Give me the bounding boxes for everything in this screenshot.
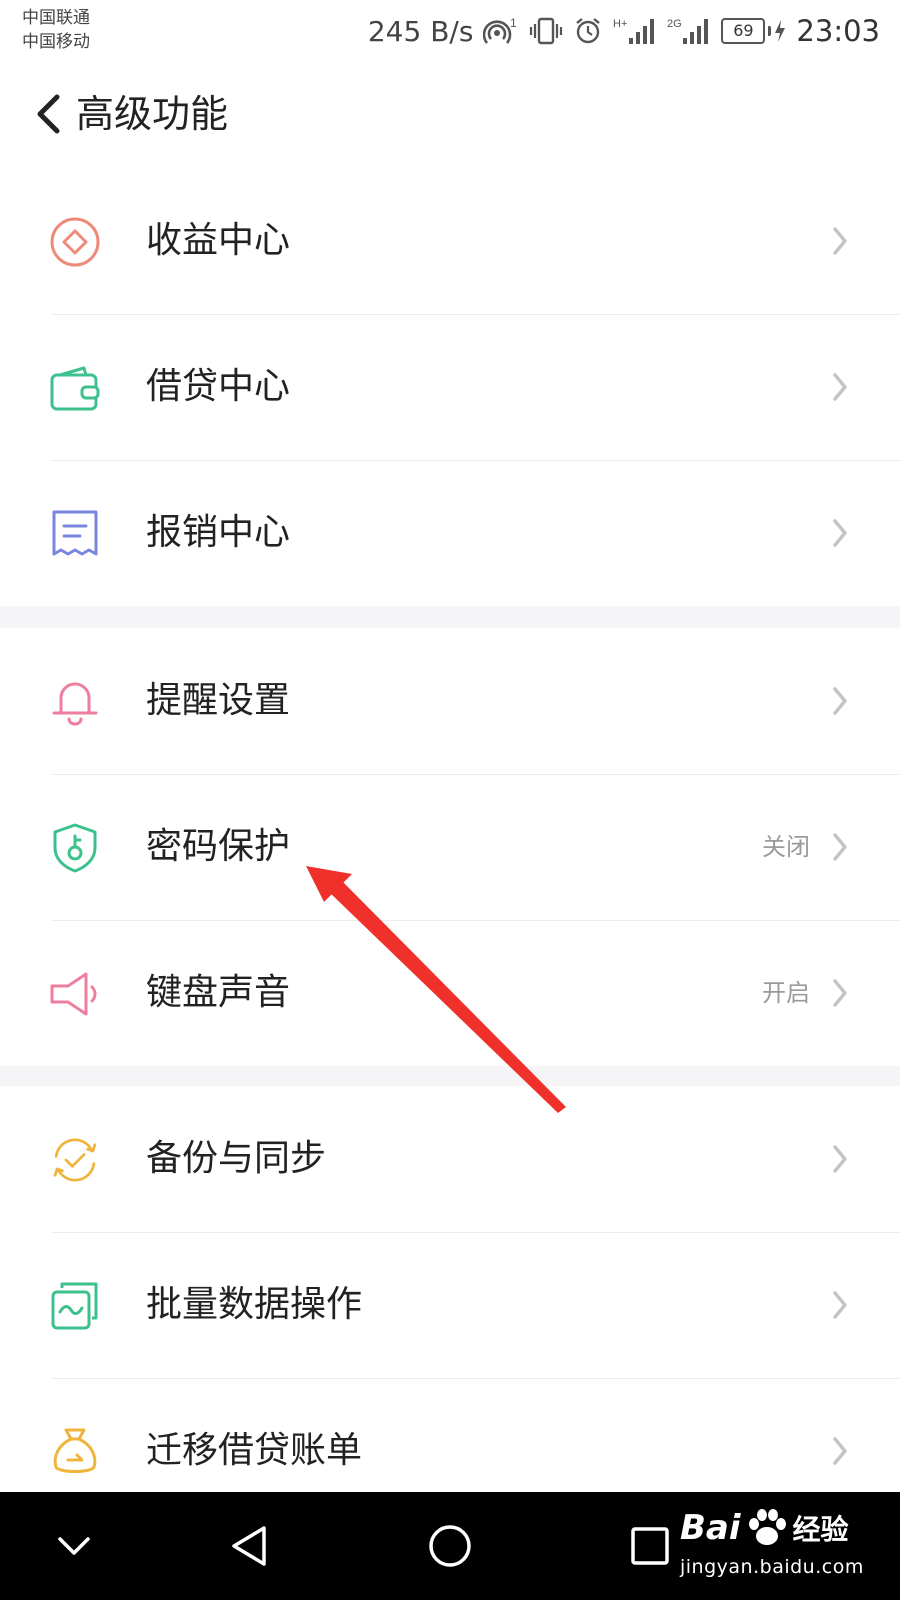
list-item-password-protection[interactable]: 密码保护 关闭: [0, 774, 900, 920]
nav-recent-button[interactable]: [620, 1516, 680, 1576]
chevron-right-icon: [824, 685, 856, 717]
hotspot-badge: 1: [510, 16, 517, 30]
list-item-reminder-settings[interactable]: 提醒设置: [0, 628, 900, 774]
battery-indicator: 69: [721, 18, 786, 44]
signal-icon-2: 2G: [667, 16, 711, 46]
network-type-1: H+: [613, 18, 627, 30]
vibrate-icon: [529, 16, 563, 46]
settings-list: 收益中心 借贷中心 报销中心 提醒设置 密码保护 关闭 键盘声音 开启 备份与同…: [0, 168, 900, 1524]
charging-icon: [775, 20, 786, 42]
sync-check-icon: [48, 1133, 102, 1187]
chevron-right-icon: [824, 977, 856, 1009]
list-item-reimbursement-center[interactable]: 报销中心: [0, 460, 900, 606]
back-arrow-icon: [37, 94, 60, 134]
watermark-brand: Bai: [680, 1508, 741, 1548]
batch-data-icon: [48, 1279, 102, 1333]
clock: 23:03: [796, 14, 880, 48]
alarm-icon: [573, 16, 603, 46]
group-settings: 提醒设置 密码保护 关闭 键盘声音 开启: [0, 628, 900, 1066]
chevron-right-icon: [824, 517, 856, 549]
chevron-right-icon: [824, 371, 856, 403]
chevron-right-icon: [824, 225, 856, 257]
chevron-down-icon: [58, 1537, 90, 1555]
nav-back-button[interactable]: [220, 1516, 280, 1576]
paw-icon: [748, 1509, 786, 1545]
baidu-jingyan-watermark: Bai 经验 jingyan.baidu.com: [680, 1500, 864, 1592]
list-item-label: 批量数据操作: [146, 1284, 363, 1325]
chevron-right-icon: [824, 1143, 856, 1175]
battery-tip: [768, 26, 772, 36]
password-protection-status: 关闭: [762, 833, 810, 861]
receipt-icon: [48, 507, 102, 561]
list-item-label: 借贷中心: [146, 366, 291, 407]
list-item-label: 报销中心: [146, 512, 291, 553]
watermark-url: jingyan.baidu.com: [680, 1556, 864, 1578]
list-item-keyboard-sound[interactable]: 键盘声音 开启: [0, 920, 900, 1066]
page-header: 高级功能: [0, 62, 900, 168]
list-item-label: 收益中心: [146, 220, 291, 261]
carrier-1: 中国联通: [22, 8, 90, 28]
hotspot-icon: 1: [483, 16, 519, 46]
watermark-suffix: 经验: [792, 1513, 849, 1546]
page-title: 高级功能: [76, 92, 229, 136]
network-speed: 245 B/s: [367, 14, 474, 48]
shield-key-icon: [48, 821, 102, 875]
carrier-names: 中国联通 中国移动: [22, 6, 90, 54]
chevron-right-icon: [824, 1435, 856, 1467]
list-item-label: 键盘声音: [146, 972, 291, 1013]
triangle-back-icon: [232, 1526, 266, 1566]
chevron-right-icon: [824, 831, 856, 863]
status-indicators: 245 B/s 1 H+ 2G 69 23:03: [368, 10, 880, 52]
list-item-label: 提醒设置: [146, 680, 291, 721]
group-finance: 收益中心 借贷中心 报销中心: [0, 168, 900, 606]
nav-home-button[interactable]: [420, 1516, 480, 1576]
list-item-backup-sync[interactable]: 备份与同步: [0, 1086, 900, 1232]
network-type-2: 2G: [667, 18, 682, 30]
speaker-icon: [48, 967, 102, 1021]
list-item-loan-center[interactable]: 借贷中心: [0, 314, 900, 460]
keyboard-sound-status: 开启: [762, 979, 810, 1007]
diamond-circle-icon: [48, 215, 102, 269]
list-item-label: 密码保护: [146, 826, 291, 867]
group-data: 备份与同步 批量数据操作 迁移借贷账单: [0, 1086, 900, 1524]
carrier-2: 中国移动: [22, 32, 90, 52]
square-recent-icon: [631, 1527, 669, 1565]
circle-home-icon: [429, 1525, 471, 1567]
chevron-right-icon: [824, 1289, 856, 1321]
nav-hide-button[interactable]: [44, 1516, 104, 1576]
bell-icon: [48, 675, 102, 729]
wallet-icon: [48, 361, 102, 415]
list-item-label: 备份与同步: [146, 1138, 327, 1179]
system-nav-bar: Bai 经验 jingyan.baidu.com: [0, 1492, 900, 1600]
money-bag-icon: [48, 1425, 102, 1479]
status-bar: 中国联通 中国移动 245 B/s 1 H+ 2G 69 23:03: [0, 0, 900, 62]
signal-icon-1: H+: [613, 16, 657, 46]
back-button[interactable]: [22, 88, 74, 140]
battery-level: 69: [721, 18, 766, 44]
list-item-income-center[interactable]: 收益中心: [0, 168, 900, 314]
list-item-batch-data[interactable]: 批量数据操作: [0, 1232, 900, 1378]
